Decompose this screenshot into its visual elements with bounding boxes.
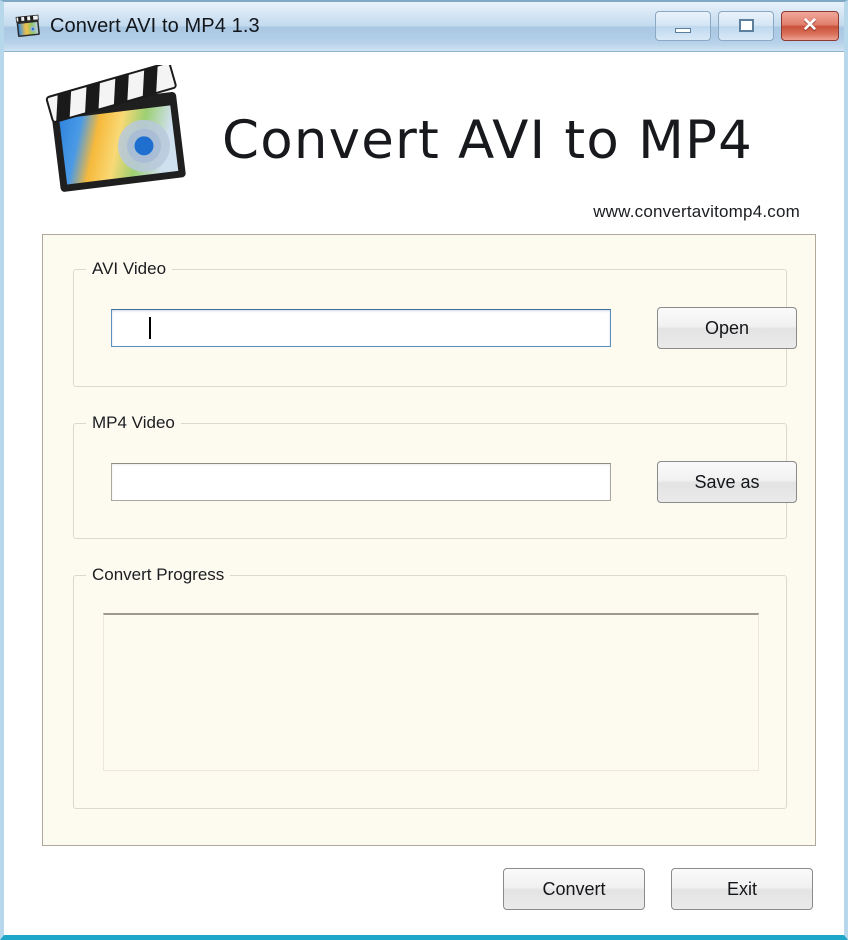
convert-progress-label: Convert Progress [86,565,231,585]
open-button[interactable]: Open [657,307,797,349]
convert-button[interactable]: Convert [503,868,645,910]
maximize-button[interactable] [718,11,774,41]
avi-video-label: AVI Video [86,259,173,279]
application-window: Convert AVI to MP4 1.3 ✕ Convert AVI to … [0,0,848,940]
exit-button[interactable]: Exit [671,868,813,910]
progress-log-box[interactable] [103,613,759,771]
window-title: Convert AVI to MP4 1.3 [50,15,260,37]
clapperboard-logo [45,65,186,192]
save-as-button[interactable]: Save as [657,461,797,503]
site-url: www.convertavitomp4.com [593,202,800,221]
mp4-path-input[interactable] [111,463,611,501]
maximize-icon [739,19,754,32]
close-button[interactable]: ✕ [781,11,839,41]
minimize-button[interactable] [655,11,711,41]
text-caret [149,317,151,339]
clapperboard-icon [15,14,40,37]
mp4-video-label: MP4 Video [86,413,181,433]
minimize-icon [675,28,691,33]
avi-path-input[interactable] [111,309,611,347]
page-title: Convert AVI to MP4 [222,110,754,171]
close-icon: ✕ [802,15,818,36]
main-panel: AVI Video Open MP4 Video Save as Convert… [42,234,816,846]
title-bar: Convert AVI to MP4 1.3 ✕ [4,2,844,52]
